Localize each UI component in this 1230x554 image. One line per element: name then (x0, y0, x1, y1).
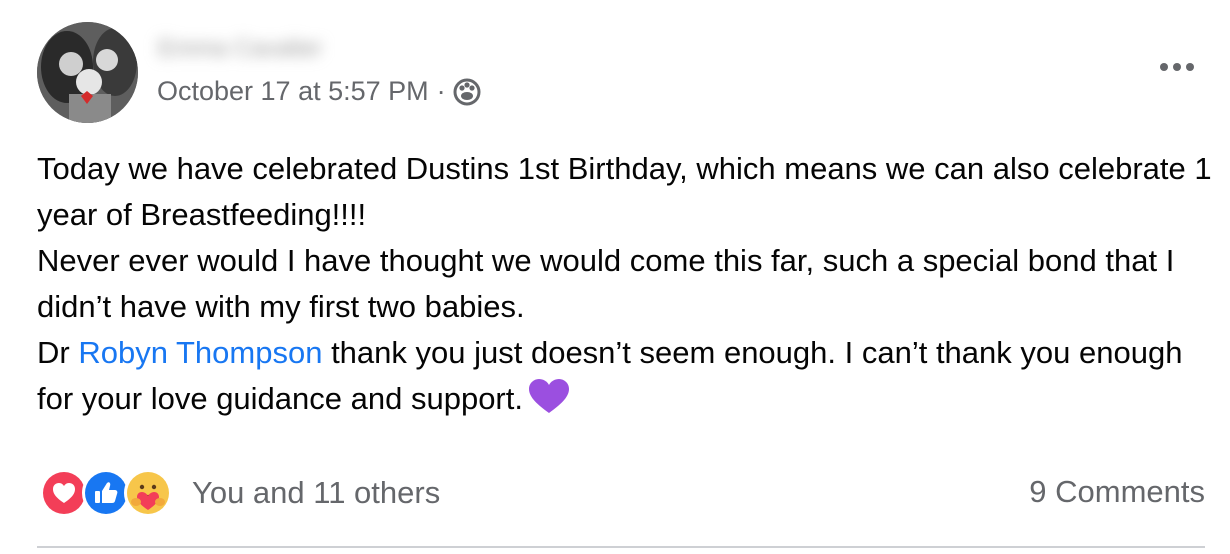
mention-link[interactable]: Robyn Thompson (78, 335, 322, 370)
reaction-count[interactable]: You and 11 others (192, 475, 440, 511)
comments-count-link[interactable]: 9 Comments (1029, 474, 1205, 510)
more-dot (1186, 63, 1194, 71)
divider (37, 546, 1205, 548)
friends-icon[interactable] (452, 77, 482, 107)
mention-prefix: Dr (37, 335, 79, 370)
love-reaction-icon (40, 469, 88, 517)
post-timestamp[interactable]: October 17 at 5:57 PM (157, 76, 429, 107)
meta-separator: · (436, 76, 446, 106)
purple-heart-icon (528, 379, 569, 428)
like-reaction-icon (82, 469, 130, 517)
care-reaction-icon (124, 469, 172, 517)
more-dot (1173, 63, 1181, 71)
more-dot (1160, 63, 1168, 71)
post-paragraph: Today we have celebrated Dustins 1st Bir… (37, 151, 1212, 232)
post-paragraph: Never ever would I have thought we would… (37, 243, 1175, 324)
reaction-summary[interactable]: You and 11 others (40, 468, 440, 518)
author-name[interactable]: Emma Cavalier (142, 26, 392, 64)
post-paragraph: Dr Robyn Thompson thank you just doesn’t… (37, 330, 1212, 428)
post-body: Today we have celebrated Dustins 1st Bir… (37, 146, 1212, 428)
post-meta: October 17 at 5:57 PM · (157, 76, 482, 107)
author-avatar[interactable] (37, 22, 138, 123)
more-options-icon[interactable] (1152, 52, 1202, 82)
